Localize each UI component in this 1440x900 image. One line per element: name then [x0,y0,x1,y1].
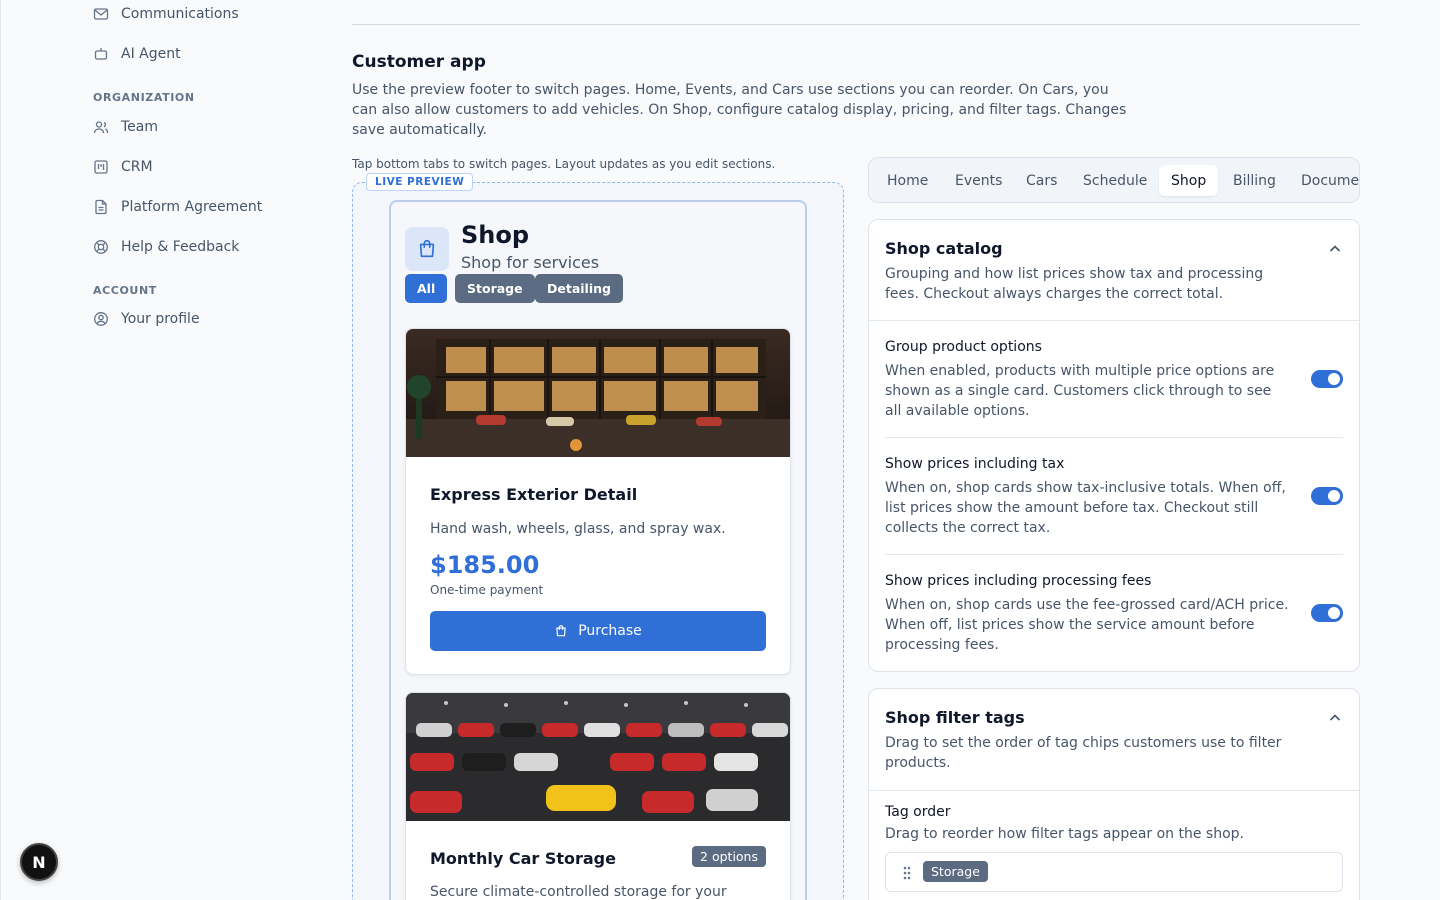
divider [869,320,1359,321]
tab-home[interactable]: Home [875,165,940,196]
tab-events[interactable]: Events [943,165,1014,196]
setting-description: When on, shop cards show tax-inclusive t… [885,480,1286,536]
tag-row[interactable]: Storage [885,852,1343,892]
setting-description: When enabled, products with multiple pri… [885,363,1275,419]
page-title: Customer app [352,52,486,72]
product-card: Express Exterior Detail Hand wash, wheel… [405,328,791,675]
filter-chip-storage[interactable]: Storage [455,274,535,303]
sidebar-item-label: Platform Agreement [121,199,263,215]
divider [885,554,1343,555]
tag-order-description: Drag to reorder how filter tags appear o… [885,826,1244,842]
price-note: One-time payment [430,583,544,597]
bot-icon [94,48,108,60]
shop-title: Shop [461,221,530,249]
panel-title: Shop catalog [885,239,1003,258]
product-description: Hand wash, wheels, glass, and spray wax. [430,521,726,537]
filter-chip-all[interactable]: All [405,274,448,303]
chevron-up-icon[interactable] [1327,241,1343,257]
user-circle-icon [94,312,108,326]
sidebar-item-label: Team [121,119,159,135]
product-description: Secure climate-controlled storage for yo… [430,884,727,900]
shopping-bag-icon [556,625,566,637]
life-buoy-icon [94,240,108,254]
product-title: Express Exterior Detail [430,485,638,504]
divider [869,790,1359,791]
shop-subtitle: Shop for services [461,253,600,272]
setting-description: When on, shop cards use the fee-grossed … [885,597,1289,653]
sidebar-item-help-feedback[interactable]: Help & Feedback [93,239,239,255]
product-image-garage [406,693,790,821]
chevron-up-icon[interactable] [1327,710,1343,726]
sidebar: Communications AI Agent ORGANIZATION Tea… [0,0,330,900]
grip-vertical-icon[interactable] [902,865,912,881]
setting-title: Show prices including processing fees [885,573,1152,589]
preview-hint: Tap bottom tabs to switch pages. Layout … [352,157,776,171]
purchase-button-label: Purchase [578,623,642,639]
divider [885,437,1343,438]
kanban-icon [94,160,108,174]
users-icon [93,121,109,134]
page-description: Use the preview footer to switch pages. … [352,82,1127,138]
product-price: $185.00 [430,551,540,579]
sidebar-item-platform-agreement[interactable]: Platform Agreement [93,199,262,215]
group-product-options-toggle[interactable] [1311,370,1343,388]
shopping-bag-icon [405,227,449,271]
section-label-account: ACCOUNT [93,284,157,297]
sidebar-item-crm[interactable]: CRM [93,159,153,175]
panel-title: Shop filter tags [885,708,1025,727]
tag-chip: Storage [923,861,988,882]
product-title: Monthly Car Storage [430,849,616,868]
tab-billing[interactable]: Billing [1221,165,1288,196]
sidebar-item-label: Help & Feedback [121,239,240,255]
sidebar-item-ai-agent[interactable]: AI Agent [93,46,181,62]
panel-description: Drag to set the order of tag chips custo… [885,735,1282,771]
options-badge: 2 options [692,846,766,867]
shop-catalog-panel: Shop catalog Grouping and how list price… [868,219,1360,672]
prices-including-tax-toggle[interactable] [1311,487,1343,505]
mail-icon [93,8,109,20]
sidebar-item-label: Your profile [121,311,200,327]
sidebar-item-communications[interactable]: Communications [93,6,239,22]
tab-schedule[interactable]: Schedule [1071,165,1159,196]
page-tabs: Home Events Cars Schedule Shop Billing D… [868,157,1360,203]
product-image-showroom [406,329,790,457]
section-label-organization: ORGANIZATION [93,91,195,104]
tab-documents[interactable]: Documen [1289,165,1359,196]
filter-chip-detailing[interactable]: Detailing [535,274,623,303]
sidebar-item-your-profile[interactable]: Your profile [93,311,200,327]
shop-filter-tags-panel: Shop filter tags Drag to set the order o… [868,688,1360,900]
sidebar-item-label: Communications [121,6,239,22]
setting-title: Show prices including tax [885,456,1065,472]
file-text-icon [95,199,107,215]
sidebar-item-label: CRM [121,159,153,175]
sidebar-item-label: AI Agent [121,46,181,62]
tag-order-title: Tag order [885,804,951,820]
tab-shop[interactable]: Shop [1159,165,1219,196]
divider [352,24,1360,25]
product-card: Monthly Car Storage 2 options Secure cli… [405,692,791,900]
sidebar-item-team[interactable]: Team [93,119,158,135]
tab-cars[interactable]: Cars [1014,165,1069,196]
dev-tools-badge[interactable]: N [20,843,58,881]
purchase-button[interactable]: Purchase [430,611,766,651]
panel-description: Grouping and how list prices show tax an… [885,266,1264,302]
live-preview-label: LIVE PREVIEW [366,173,474,191]
prices-including-fees-toggle[interactable] [1311,604,1343,622]
setting-title: Group product options [885,339,1042,355]
